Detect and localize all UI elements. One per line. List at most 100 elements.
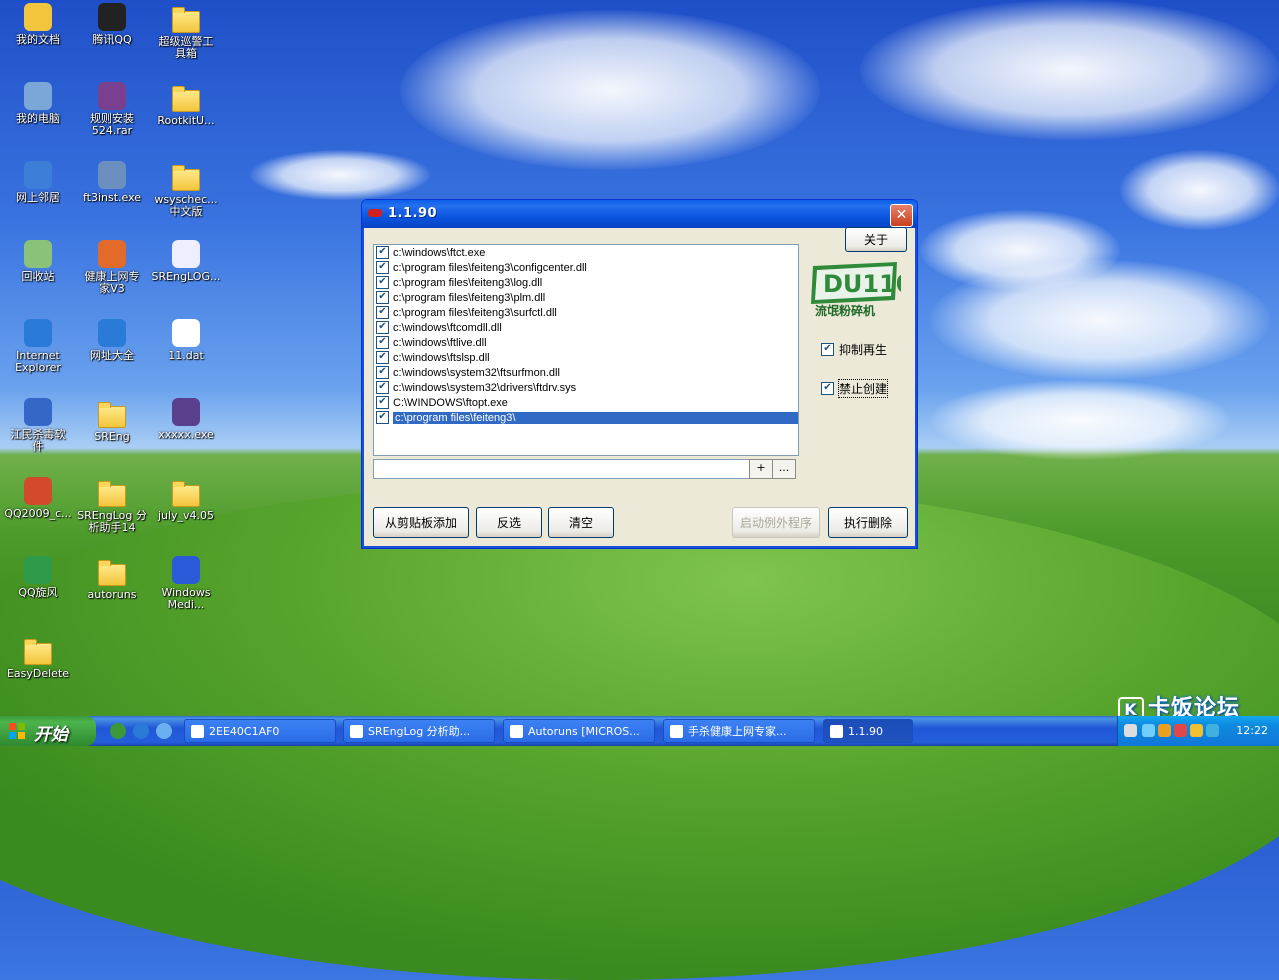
execute-delete-button[interactable]: 执行删除 <box>828 507 908 538</box>
desktop-icon-winrar[interactable]: 规则安装 524.rar <box>74 82 150 137</box>
desktop-icon-dat-file[interactable]: 11.dat <box>148 319 224 362</box>
taskbar-app-icon <box>191 725 204 738</box>
folder-icon <box>98 481 126 507</box>
taskbar-button-label: 手杀健康上网专家... <box>688 725 787 738</box>
keyboard-icon[interactable] <box>1124 724 1137 737</box>
desktop-icon-jiangmin[interactable]: 江民杀毒软 件 <box>0 398 76 453</box>
item-checkbox[interactable]: ✔ <box>376 306 389 319</box>
item-checkbox[interactable]: ✔ <box>376 261 389 274</box>
paste-add-button[interactable]: 从剪贴板添加 <box>373 507 469 538</box>
item-path: c:\windows\ftslsp.dll <box>393 351 490 364</box>
clear-button[interactable]: 清空 <box>548 507 614 538</box>
logo-text: DU110 <box>823 270 901 298</box>
desktop-icon-installer[interactable]: ft3inst.exe <box>74 161 150 204</box>
path-input[interactable] <box>373 459 750 479</box>
desktop-icon-folder[interactable]: RootkitU... <box>148 82 224 127</box>
desktop-icon-qq-penguin[interactable]: 腾讯QQ <box>74 3 150 46</box>
list-item[interactable]: ✔ c:\windows\system32\ftsurfmon.dll <box>374 365 798 380</box>
file-list[interactable]: ✔ c:\windows\ftct.exe ✔ c:\program files\fe… <box>373 244 799 456</box>
desktop-icon-folder[interactable]: autoruns <box>74 556 150 601</box>
taskbar-button[interactable]: 手杀健康上网专家... <box>663 719 815 743</box>
desktop-icon-folder[interactable]: wsyschec... 中文版 <box>148 161 224 218</box>
list-item[interactable]: ✔ c:\windows\ftslsp.dll <box>374 350 798 365</box>
item-checkbox[interactable]: ✔ <box>376 411 389 424</box>
item-checkbox[interactable]: ✔ <box>376 246 389 259</box>
list-item[interactable]: ✔ c:\windows\ftct.exe <box>374 245 798 260</box>
desktop-icon-media-player[interactable]: Windows Medi... <box>148 556 224 611</box>
desktop-icon-network[interactable]: 网上邻居 <box>0 161 76 204</box>
exceptions-button[interactable]: 启动例外程序 <box>732 507 820 538</box>
desktop-icon-folder[interactable]: SREng <box>74 398 150 443</box>
logo-subtitle: 流氓粉碎机 <box>815 303 875 318</box>
desktop-icon-text-file[interactable]: SREngLOG... <box>148 240 224 283</box>
list-item[interactable]: ✔ c:\program files\feiteng3\log.dll <box>374 275 798 290</box>
suppress-regen-label: 抑制再生 <box>839 343 888 357</box>
ie-quicklaunch-icon[interactable] <box>133 723 149 739</box>
taskbar-button[interactable]: Autoruns [MICROS... <box>503 719 655 743</box>
desktop-icon-folder[interactable]: EasyDelete <box>0 635 76 680</box>
invert-selection-button[interactable]: 反选 <box>476 507 542 538</box>
desktop-icon-label: 回收站 <box>21 270 55 283</box>
desktop-icon-folder[interactable]: july_v4.05 <box>148 477 224 522</box>
item-checkbox[interactable]: ✔ <box>376 351 389 364</box>
checkbox-suppress[interactable]: ✔ <box>821 343 834 356</box>
forbid-create-label: 禁止创建 <box>837 379 889 398</box>
forbid-create-checkbox[interactable]: ✔ 禁止创建 <box>821 379 889 398</box>
clock[interactable]: 12:22 <box>1236 724 1268 737</box>
installer-icon <box>98 161 126 189</box>
item-checkbox[interactable]: ✔ <box>376 366 389 379</box>
window-title: 1.1.90 <box>388 206 438 221</box>
add-button[interactable]: + <box>749 459 773 479</box>
desktop-icon-my-computer[interactable]: 我的电脑 <box>0 82 76 125</box>
desktop-icon-label: 11.dat <box>168 349 204 362</box>
tray-volume-icon[interactable] <box>1190 724 1203 737</box>
taskbar-button[interactable]: 2EE40C1AF0 <box>184 719 336 743</box>
qq-whirlwind-quicklaunch-icon[interactable] <box>110 723 126 739</box>
taskbar-app-icon <box>670 725 683 738</box>
list-item[interactable]: ✔ c:\program files\feiteng3\surfctl.dll <box>374 305 798 320</box>
list-item[interactable]: ✔ c:\program files\feiteng3\configcenter.… <box>374 260 798 275</box>
start-button[interactable]: 开始 <box>0 716 96 746</box>
list-item[interactable]: ✔ c:\windows\ftlive.dll <box>374 335 798 350</box>
desktop-icon-ft-app[interactable]: 健康上网专 家V3 <box>74 240 150 295</box>
item-checkbox[interactable]: ✔ <box>376 336 389 349</box>
tray-shield-icon[interactable] <box>1158 724 1171 737</box>
item-checkbox[interactable]: ✔ <box>376 381 389 394</box>
about-button[interactable]: 关于 <box>845 227 907 252</box>
item-checkbox[interactable]: ✔ <box>376 291 389 304</box>
taskbar-button[interactable]: SREngLog 分析助... <box>343 719 495 743</box>
list-item[interactable]: ✔ c:\program files\feiteng3\ <box>374 410 798 425</box>
taskbar-button[interactable]: 1.1.90 <box>823 719 913 743</box>
desktop-icon-qq-whirlwind[interactable]: QQ旋风 <box>0 556 76 599</box>
ie-alt-quicklaunch-icon[interactable] <box>156 723 172 739</box>
desktop-icon-qq-setup[interactable]: QQ2009_c... <box>0 477 76 520</box>
ie-icon <box>24 319 52 347</box>
desktop-icon-folder[interactable]: SREngLog 分 析助手14 <box>74 477 150 534</box>
item-checkbox[interactable]: ✔ <box>376 396 389 409</box>
desktop-icon-label: xxxxx.exe <box>158 428 214 441</box>
tray-network-icon[interactable] <box>1206 724 1219 737</box>
desktop-icon-ie[interactable]: Internet Explorer <box>0 319 76 374</box>
desktop-icon-spider-exe[interactable]: xxxxx.exe <box>148 398 224 441</box>
list-item[interactable]: ✔ c:\program files\feiteng3\plm.dll <box>374 290 798 305</box>
item-checkbox[interactable]: ✔ <box>376 276 389 289</box>
desktop-icon-my-documents[interactable]: 我的文档 <box>0 3 76 46</box>
list-item[interactable]: ✔ c:\windows\system32\drivers\ftdrv.sys <box>374 380 798 395</box>
list-item[interactable]: ✔ C:\WINDOWS\ftopt.exe <box>374 395 798 410</box>
desktop-icon-label: 规则安装 524.rar <box>90 112 134 137</box>
desktop-icon-folder[interactable]: 超级巡警工 具箱 <box>148 3 224 60</box>
list-item[interactable]: ✔ c:\windows\ftcomdll.dll <box>374 320 798 335</box>
tray-app-icon[interactable] <box>1142 724 1155 737</box>
item-checkbox[interactable]: ✔ <box>376 321 389 334</box>
desktop-icon-recycle-bin[interactable]: 回收站 <box>0 240 76 283</box>
desktop-icon-label: Windows Medi... <box>161 586 211 611</box>
desktop-icon-ie[interactable]: 网址大全 <box>74 319 150 362</box>
title-bar[interactable]: 1.1.90 ✕ <box>362 200 917 228</box>
item-path: c:\windows\system32\drivers\ftdrv.sys <box>393 381 577 394</box>
close-button[interactable]: ✕ <box>890 204 913 227</box>
checkbox-forbid[interactable]: ✔ <box>821 382 834 395</box>
suppress-regen-checkbox[interactable]: ✔ 抑制再生 <box>821 341 887 358</box>
browse-button[interactable]: ... <box>772 459 796 479</box>
tray-antivirus-icon[interactable] <box>1174 724 1187 737</box>
app-icon <box>368 209 382 217</box>
